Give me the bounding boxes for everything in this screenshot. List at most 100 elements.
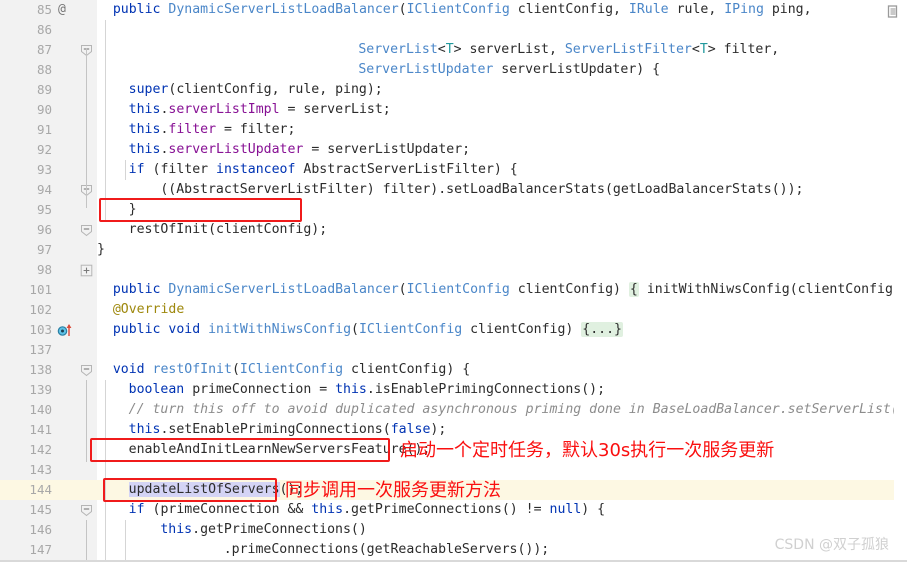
fold-region-line[interactable] (86, 520, 87, 560)
code-token: (primeConnection && (144, 502, 312, 517)
code-token: { (628, 282, 639, 297)
code-token: // turn this off to avoid duplicated asy… (128, 402, 907, 417)
code-token: serverListUpdater) { (493, 62, 661, 77)
code-token: this (128, 102, 161, 117)
code-token: < (437, 42, 446, 57)
line-number: 142 (29, 442, 52, 457)
line-number: 91 (36, 122, 52, 137)
annotation-at-icon[interactable]: @ (58, 0, 66, 20)
code-token: clientConfig, (509, 2, 629, 17)
code-token: rule, (668, 2, 725, 17)
code-token: initWithNiwsConfig(clientConfig); (638, 282, 907, 297)
code-token: public (112, 322, 169, 337)
code-token: IClientConfig (358, 322, 463, 337)
code-token: restOfInit (152, 362, 232, 377)
code-text[interactable]: enableAndInitLearnNewServersFeature(); (129, 440, 431, 460)
overriding-method-icon[interactable] (56, 320, 76, 340)
code-token: .isEnablePrimingConnections(); (366, 382, 606, 397)
code-text[interactable]: void restOfInit(IClientConfig clientConf… (113, 360, 470, 380)
line-number: 88 (36, 62, 52, 77)
line-number: 92 (36, 142, 52, 157)
code-token: public (112, 282, 169, 297)
code-token: .getPrimeConnections() (192, 522, 367, 537)
indent-guide (105, 20, 106, 220)
code-text[interactable]: this.setEnablePrimingConnections(false); (129, 420, 447, 440)
line-number: 94 (36, 182, 52, 197)
code-token: IClientConfig (239, 362, 344, 377)
code-text[interactable]: this.serverListUpdater = serverListUpdat… (129, 140, 470, 160)
code-token: } (97, 242, 105, 257)
code-text[interactable]: super(clientConfig, rule, ping); (129, 80, 383, 100)
line-number: 96 (36, 222, 52, 237)
code-token: initWithNiwsConfig (208, 322, 352, 337)
code-text[interactable]: if (primeConnection && this.getPrimeConn… (129, 500, 605, 520)
code-token: super (128, 82, 169, 97)
line-number: 144 (29, 482, 52, 497)
line-number: 141 (29, 422, 52, 437)
code-token: false (390, 422, 431, 437)
code-token: (filter (144, 162, 217, 177)
code-token: ServerList (358, 42, 438, 57)
fold-expand-icon[interactable] (80, 264, 93, 277)
code-token: ((AbstractServerListFilter) filter).setL… (160, 182, 804, 197)
line-number: 90 (36, 102, 52, 117)
code-text[interactable]: public DynamicServerListLoadBalancer(ICl… (113, 0, 812, 20)
code-text[interactable]: ((AbstractServerListFilter) filter).setL… (160, 180, 803, 200)
indent-guide (125, 520, 126, 562)
fold-collapse-icon[interactable] (80, 504, 93, 517)
code-token: this (335, 382, 367, 397)
code-text[interactable]: ServerList<T> serverList, ServerListFilt… (358, 40, 779, 60)
indent-guide (105, 380, 106, 562)
code-token: AbstractServerListFilter) { (295, 162, 518, 177)
code-text[interactable]: @Override (113, 300, 184, 320)
code-token: IClientConfig (406, 2, 510, 17)
watermark: CSDN @双子孤狼 (774, 537, 889, 553)
code-text[interactable]: // turn this off to avoid duplicated asy… (129, 400, 907, 420)
line-number: 95 (36, 202, 52, 217)
line-number: 146 (29, 522, 52, 537)
code-text[interactable]: this.getPrimeConnections() (160, 520, 366, 540)
code-text[interactable]: public void initWithNiwsConfig(IClientCo… (113, 320, 623, 340)
code-token: serverListImpl (168, 102, 280, 117)
code-text[interactable]: boolean primeConnection = this.isEnableP… (129, 380, 605, 400)
code-token: clientConfig) (509, 282, 629, 297)
code-token: this (160, 522, 193, 537)
line-number: 87 (36, 42, 52, 57)
code-token: IRule (628, 2, 669, 17)
code-text[interactable]: } (129, 200, 137, 220)
line-number: 97 (36, 242, 52, 257)
code-token: ServerListUpdater (358, 62, 494, 77)
code-token: = filter; (216, 122, 296, 137)
code-token: null (549, 502, 582, 517)
code-token: IClientConfig (406, 282, 510, 297)
code-token: = serverList; (279, 102, 391, 117)
code-token: enableAndInitLearnNewServersFeature(); (128, 442, 431, 457)
code-text[interactable]: } (97, 240, 105, 260)
code-text[interactable]: public DynamicServerListLoadBalancer(ICl… (113, 280, 907, 300)
fold-region-line[interactable] (86, 380, 87, 462)
code-text[interactable]: .primeConnections(getReachableServers())… (224, 540, 550, 560)
fold-collapse-icon[interactable] (80, 224, 93, 237)
code-token: primeConnection = (184, 382, 336, 397)
code-token: if (128, 502, 145, 517)
code-token: (clientConfig, rule, ping); (168, 82, 383, 97)
code-text[interactable]: if (filter instanceof AbstractServerList… (129, 160, 518, 180)
code-token: instanceof (216, 162, 296, 177)
code-token: {...} (581, 322, 623, 337)
line-number: 102 (29, 302, 52, 317)
editor-scrollbar[interactable] (887, 0, 907, 562)
code-text[interactable]: restOfInit(clientConfig); (129, 220, 328, 240)
line-number: 138 (29, 362, 52, 377)
copy-icon[interactable] (887, 5, 899, 20)
code-editor[interactable]: 85 @ public DynamicServerListLoadBalancer(… (0, 0, 907, 562)
code-text[interactable]: updateListOfServers(); (128, 480, 303, 500)
fold-collapse-icon[interactable] (80, 364, 93, 377)
code-token: ServerListFilter (564, 42, 692, 57)
code-text[interactable]: this.filter = filter; (129, 120, 296, 140)
code-text[interactable]: ServerListUpdater serverListUpdater) { (358, 60, 660, 80)
line-number: 143 (29, 462, 52, 477)
code-token: .getPrimeConnections() != (343, 502, 550, 517)
code-text[interactable]: this.serverListImpl = serverList; (129, 100, 391, 120)
code-token: public (112, 2, 169, 17)
fold-region-line[interactable] (86, 48, 87, 208)
